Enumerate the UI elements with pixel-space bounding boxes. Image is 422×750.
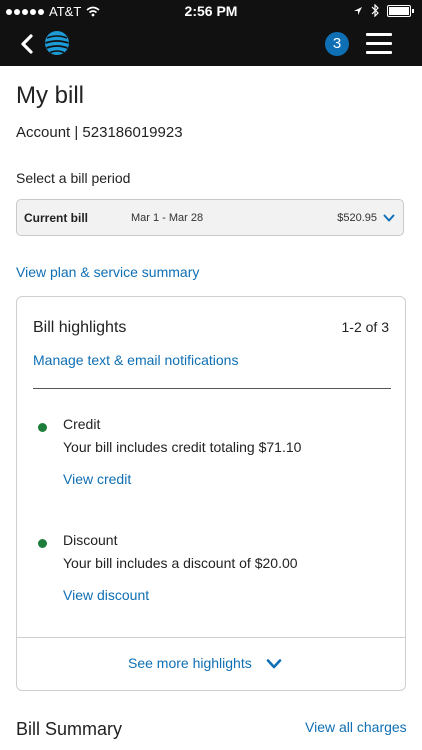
bill-highlights-card: Bill highlights 1-2 of 3 Manage text & e… xyxy=(16,296,406,691)
location-arrow-icon xyxy=(354,6,362,15)
status-right xyxy=(353,4,414,17)
highlights-count: 1-2 of 3 xyxy=(341,319,389,335)
manage-notifications-link[interactable]: Manage text & email notifications xyxy=(33,352,238,368)
status-dot-icon xyxy=(38,423,47,432)
chevron-down-icon xyxy=(383,214,395,222)
view-credit-link[interactable]: View credit xyxy=(63,471,131,487)
bill-period-select[interactable]: Current bill Mar 1 - Mar 28 $520.95 xyxy=(16,199,404,236)
account-number: Account | 523186019923 xyxy=(16,124,183,141)
back-chevron-icon[interactable] xyxy=(18,34,36,54)
view-all-charges-link[interactable]: View all charges xyxy=(305,719,407,735)
view-discount-link[interactable]: View discount xyxy=(63,587,149,603)
page-title: My bill xyxy=(16,82,85,109)
nav-bar: 3 xyxy=(0,22,422,66)
att-globe-logo-icon[interactable] xyxy=(44,30,70,56)
chevron-down-icon xyxy=(266,659,282,669)
view-plan-summary-link[interactable]: View plan & service summary xyxy=(16,264,199,280)
bill-period-amount: $520.95 xyxy=(337,212,377,224)
notification-badge[interactable]: 3 xyxy=(325,32,349,56)
highlights-title: Bill highlights xyxy=(33,319,127,336)
see-more-highlights-button[interactable]: See more highlights xyxy=(17,637,405,690)
bill-summary-title: Bill Summary xyxy=(16,719,123,739)
status-bar: AT&T 2:56 PM xyxy=(0,0,422,22)
highlight-text: Your bill includes a discount of $20.00 xyxy=(63,555,298,571)
see-more-label: See more highlights xyxy=(128,655,252,671)
bluetooth-icon xyxy=(371,4,379,17)
divider xyxy=(33,388,391,389)
highlight-text: Your bill includes credit totaling $71.1… xyxy=(63,439,302,455)
highlight-title: Discount xyxy=(63,532,118,548)
battery-tip xyxy=(412,8,414,13)
highlight-title: Credit xyxy=(63,416,101,432)
bill-period-dates: Mar 1 - Mar 28 xyxy=(131,212,204,224)
bill-period-name: Current bill xyxy=(24,211,89,225)
battery-icon xyxy=(387,4,411,17)
status-dot-icon xyxy=(38,539,47,548)
bill-period-label: Select a bill period xyxy=(16,170,131,186)
menu-hamburger-icon[interactable] xyxy=(366,33,392,55)
